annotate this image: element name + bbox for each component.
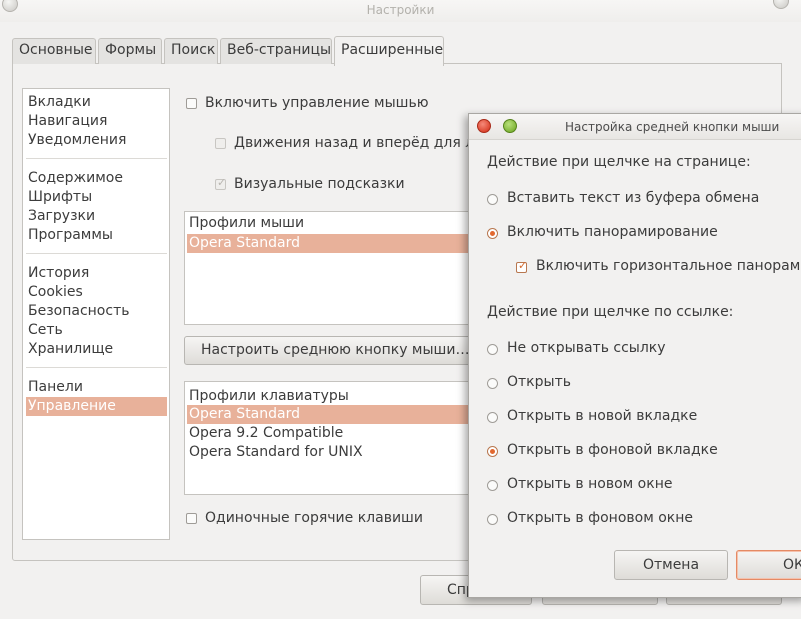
radio-open[interactable] (487, 378, 498, 389)
tab-general[interactable]: Основные (12, 38, 96, 64)
radio-open-label: Открыть (507, 374, 571, 390)
radio-paste-clipboard-label: Вставить текст из буфера обмена (507, 190, 760, 206)
radio-open-new-window-label: Открыть в новом окне (507, 476, 673, 492)
mouse-gestures-checkbox[interactable] (186, 98, 197, 109)
radio-open-background-window[interactable] (487, 514, 498, 525)
tab-webpages[interactable]: Веб-страницы (220, 38, 332, 64)
dialog-titlebar: Настройка средней кнопки мыши (469, 114, 801, 140)
single-key-shortcuts-label: Одиночные горячие клавиши (205, 510, 423, 526)
category-network[interactable]: Сеть (26, 321, 167, 340)
radio-do-not-open[interactable] (487, 344, 498, 355)
ok-button[interactable]: ОК (736, 550, 801, 580)
category-content[interactable]: Содержимое (26, 169, 167, 188)
category-navigation[interactable]: Навигация (26, 112, 167, 131)
radio-do-not-open-label: Не открывать ссылку (507, 340, 666, 356)
category-storage[interactable]: Хранилище (26, 340, 167, 359)
keyboard-profiles-header: Профили клавиатуры (189, 388, 349, 404)
link-click-heading: Действие при щелчке по ссылке: (487, 304, 734, 320)
ok-button-label: ОК (783, 557, 801, 573)
category-fonts[interactable]: Шрифты (26, 188, 167, 207)
category-downloads[interactable]: Загрузки (26, 207, 167, 226)
category-divider (26, 158, 167, 159)
keyboard-profiles-list[interactable]: Профили клавиатуры Opera Standard Opera … (184, 381, 474, 495)
keyboard-profile-item[interactable]: Opera 9.2 Compatible (187, 424, 473, 443)
horizontal-panning-checkbox[interactable]: ✓ (516, 259, 528, 273)
category-tabs[interactable]: Вкладки (26, 93, 167, 112)
dialog-title: Настройка средней кнопки мыши (565, 120, 780, 134)
window-title: Настройки (366, 3, 435, 17)
category-divider (26, 253, 167, 254)
check-icon: ✓ (217, 176, 227, 189)
tab-advanced[interactable]: Расширенные (334, 36, 444, 66)
keyboard-profile-item[interactable]: Opera Standard for UNIX (187, 443, 473, 462)
radio-open-new-window[interactable] (487, 480, 498, 491)
category-notifications[interactable]: Уведомления (26, 131, 167, 150)
middle-button-dialog: Настройка средней кнопки мыши Действие п… (468, 113, 801, 598)
dialog-maximize-icon[interactable] (503, 119, 517, 133)
visual-hints-label: Визуальные подсказки (234, 176, 405, 192)
radio-open-new-tab[interactable] (487, 412, 498, 423)
mouse-profile-item[interactable]: Opera Standard (187, 234, 473, 253)
radio-open-new-tab-label: Открыть в новой вкладке (507, 408, 698, 424)
category-programs[interactable]: Программы (26, 226, 167, 245)
radio-paste-clipboard[interactable] (487, 194, 498, 205)
radio-enable-panning[interactable] (487, 228, 498, 239)
horizontal-panning-label: Включить горизонтальное панорами (536, 258, 801, 274)
radio-open-background-tab[interactable] (487, 446, 498, 457)
mouse-gestures-label: Включить управление мышью (205, 95, 429, 111)
page-click-heading: Действие при щелчке на странице: (487, 154, 751, 170)
visual-hints-checkbox[interactable]: ✓ (215, 176, 227, 190)
category-cookies[interactable]: Cookies (26, 283, 167, 302)
category-list: Вкладки Навигация Уведомления Содержимое… (22, 88, 170, 540)
mouse-profiles-list[interactable]: Профили мыши Opera Standard (184, 211, 474, 325)
radio-open-background-window-label: Открыть в фоновом окне (507, 510, 693, 526)
tab-forms[interactable]: Формы (98, 38, 162, 64)
back-forward-label: Движения назад и вперёд для ле (234, 135, 483, 151)
window-titlebar: Настройки (0, 0, 801, 22)
keyboard-profile-item[interactable]: Opera Standard (187, 405, 473, 424)
cancel-button[interactable]: Отмена (614, 550, 728, 580)
configure-middle-button-button[interactable]: Настроить среднюю кнопку мыши… (184, 336, 474, 365)
radio-open-background-tab-label: Открыть в фоновой вкладке (507, 442, 718, 458)
single-key-shortcuts-checkbox[interactable] (186, 513, 197, 524)
dialog-close-icon[interactable] (477, 119, 491, 133)
back-forward-checkbox[interactable] (215, 138, 226, 149)
tab-search[interactable]: Поиск (164, 38, 218, 64)
category-security[interactable]: Безопасность (26, 302, 167, 321)
category-divider (26, 367, 167, 368)
category-history[interactable]: История (26, 264, 167, 283)
category-toolbars[interactable]: Панели (26, 378, 167, 397)
radio-enable-panning-label: Включить панорамирование (507, 224, 718, 240)
mouse-profiles-header: Профили мыши (189, 215, 305, 231)
category-controls[interactable]: Управление (26, 397, 167, 416)
check-icon: ✓ (518, 259, 528, 272)
